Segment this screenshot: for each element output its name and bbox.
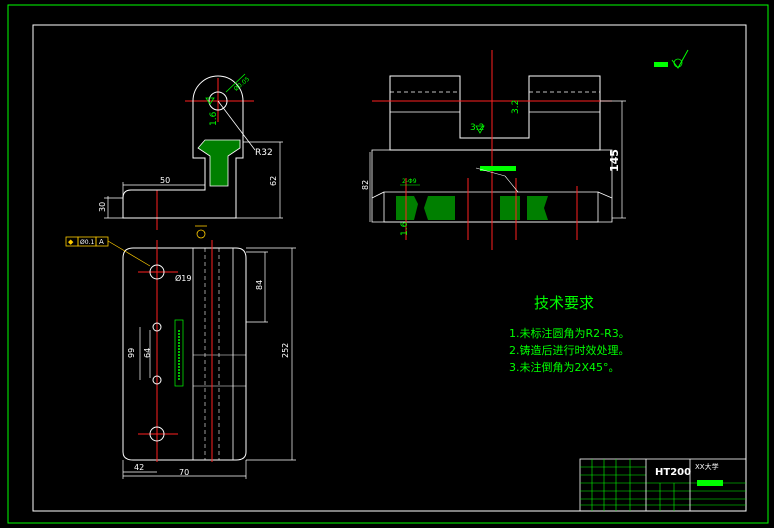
- note-1: 1.未标注圆角为R2-R3。: [509, 326, 630, 340]
- tol-symbol: ◆: [68, 238, 74, 246]
- svg-text:2-Φ9: 2-Φ9: [402, 178, 417, 185]
- phi19-label: Ø19: [175, 273, 191, 283]
- note-3: 3.未注倒角为2X45°。: [509, 360, 620, 374]
- dim-84: 84: [255, 280, 264, 290]
- material-label: HT200: [655, 467, 691, 478]
- roughness-1-6-b: 1.6: [400, 221, 410, 236]
- dim-99: 99: [127, 348, 136, 358]
- r32-label: R32: [255, 148, 273, 158]
- roughness-3-2-b: 3.2: [511, 100, 521, 114]
- front-view: 145 82 3.2 3.2 1.6 2-Φ9: [361, 50, 626, 250]
- svg-text:Ø0.05: Ø0.05: [233, 76, 251, 93]
- drawing-canvas: R32 50 62 30 1.6 Ø0.05 145 82 3.2 3.2 1.…: [7, 4, 769, 524]
- title-block: HT200 XX大学: [579, 458, 747, 512]
- tol-value: Ø0.1: [80, 239, 94, 246]
- dim-82: 82: [361, 180, 370, 190]
- dim-42: 42: [134, 463, 144, 472]
- outer-border: [7, 4, 769, 524]
- dim-70: 70: [179, 468, 189, 477]
- general-roughness-mark: [654, 49, 689, 69]
- dim-145: 145: [608, 149, 621, 172]
- tol-datum: A: [99, 238, 104, 246]
- dim-50: 50: [160, 176, 170, 185]
- note-2: 2.铸造后进行时效处理。: [509, 343, 630, 357]
- geometric-tolerance-frame: ◆ Ø0.1 A: [65, 236, 151, 267]
- side-view: R32 50 62 30 1.6 Ø0.05: [98, 73, 283, 239]
- dim-30: 30: [98, 202, 107, 212]
- roughness-1-6-left: 1.6: [209, 111, 219, 126]
- dim-64: 64: [143, 348, 152, 358]
- dim-252: 252: [281, 343, 290, 358]
- notes-title: 技术要求: [534, 294, 594, 312]
- org-label: XX大学: [695, 462, 719, 471]
- dim-62: 62: [269, 176, 278, 186]
- plan-view: Ø19 84 252 99 64 42 70 ◆ Ø0.1 A: [65, 236, 296, 479]
- technical-requirements: 技术要求 1.未标注圆角为R2-R3。 2.铸造后进行时效处理。 3.未注倒角为…: [509, 294, 630, 374]
